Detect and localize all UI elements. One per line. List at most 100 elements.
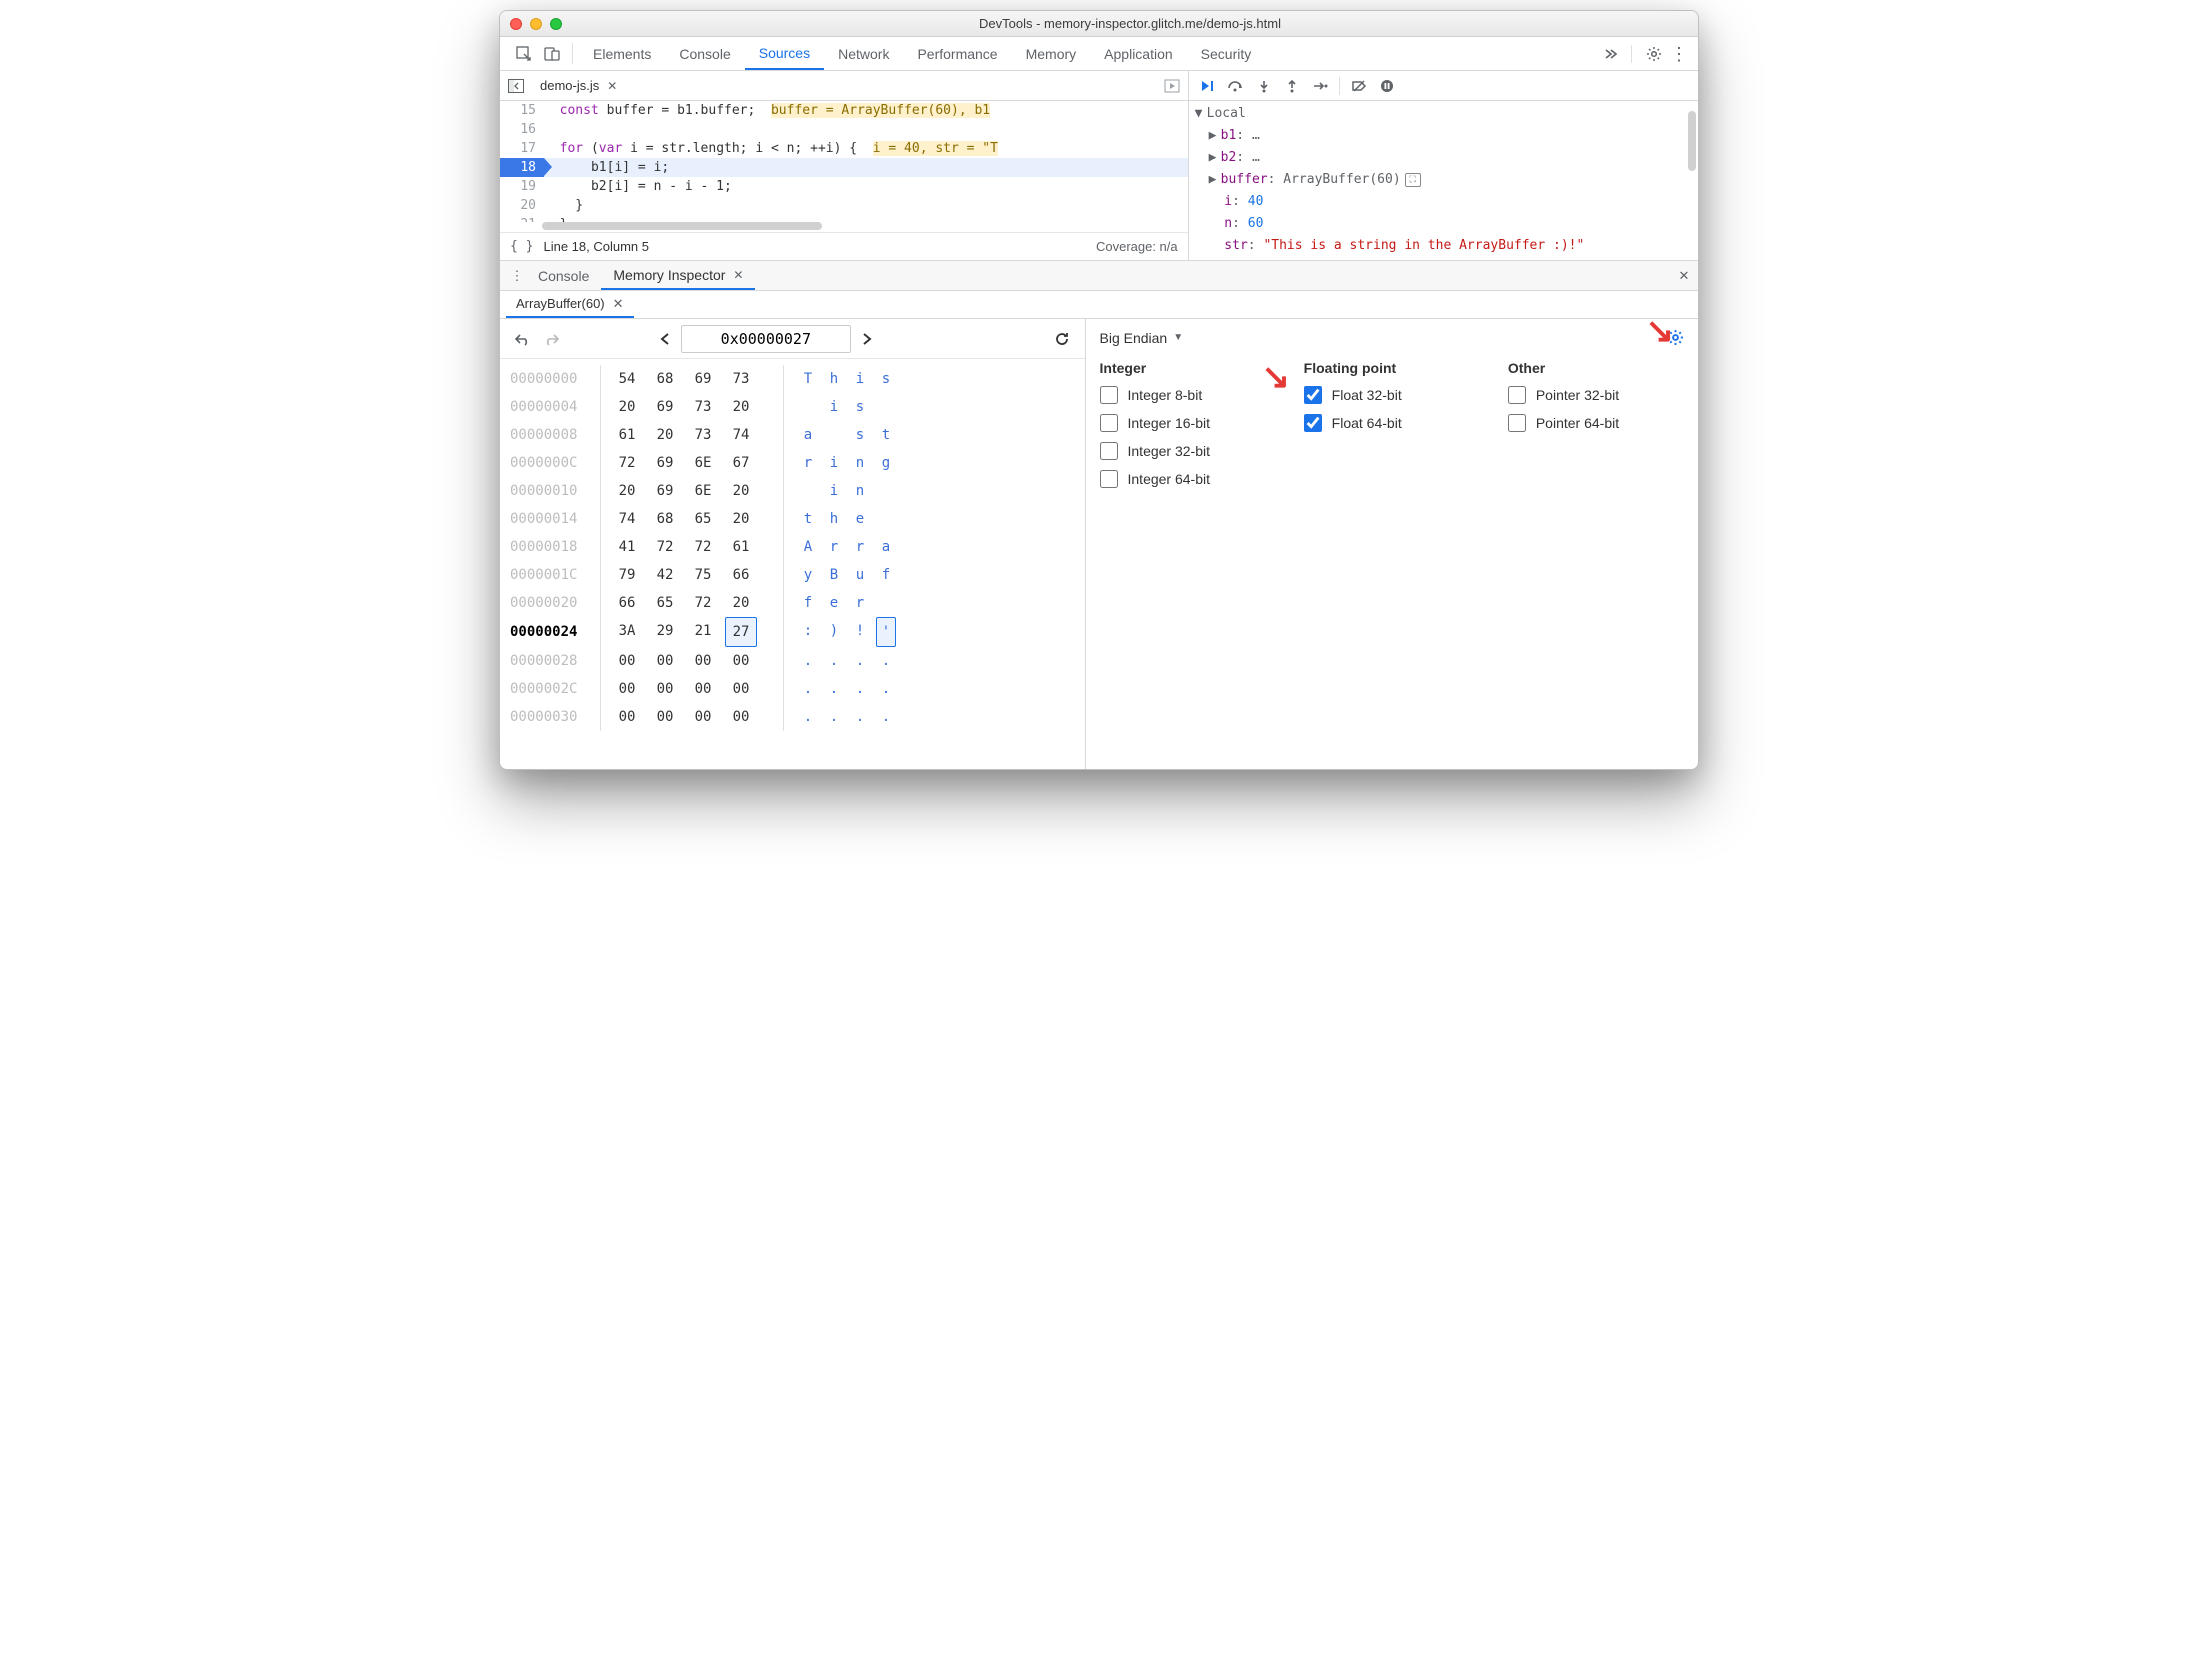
annotation-arrow-icon: ↘ xyxy=(1646,311,1675,351)
navigator-toggle-icon[interactable] xyxy=(508,79,530,93)
hex-row[interactable]: 0000002C00000000.... xyxy=(510,675,1075,703)
scope-variable[interactable]: ▶buffer: ArrayBuffer(60)⛶ xyxy=(1195,169,1692,191)
type-checkbox[interactable] xyxy=(1100,386,1118,404)
category-title: Integer xyxy=(1100,360,1276,376)
panel-tab-security[interactable]: Security xyxy=(1187,37,1266,70)
code-line[interactable]: 15 const buffer = b1.buffer; buffer = Ar… xyxy=(500,101,1188,120)
settings-icon[interactable] xyxy=(1646,46,1662,62)
debugger-sidebar: ▼Local ▶b1: …▶b2: …▶buffer: ArrayBuffer(… xyxy=(1189,71,1698,260)
inspect-icon[interactable] xyxy=(510,37,538,70)
type-option-integer-32-bit[interactable]: Integer 32-bit xyxy=(1100,442,1276,460)
code-line[interactable]: 17 for (var i = str.length; i < n; ++i) … xyxy=(500,139,1188,158)
hex-row[interactable]: 000000243A292127:)!' xyxy=(510,617,1075,647)
next-address-icon[interactable] xyxy=(855,327,879,351)
step-icon[interactable] xyxy=(1307,74,1333,98)
type-label: Pointer 64-bit xyxy=(1536,415,1619,431)
step-over-icon[interactable] xyxy=(1223,74,1249,98)
drawer-tab-memory-inspector[interactable]: Memory Inspector✕ xyxy=(601,261,755,290)
type-checkbox[interactable] xyxy=(1304,414,1322,432)
code-editor[interactable]: 15 const buffer = b1.buffer; buffer = Ar… xyxy=(500,101,1188,222)
panel-tab-network[interactable]: Network xyxy=(824,37,903,70)
code-line[interactable]: 21 } xyxy=(500,215,1188,222)
maximize-window-button[interactable] xyxy=(550,18,562,30)
kebab-menu-icon[interactable]: ⋮ xyxy=(1670,45,1688,63)
close-file-icon[interactable]: ✕ xyxy=(607,79,617,93)
close-tab-icon[interactable]: ✕ xyxy=(733,268,743,282)
value-category-float: Floating pointFloat 32-bitFloat 64-bit xyxy=(1304,360,1480,498)
type-option-pointer-32-bit[interactable]: Pointer 32-bit xyxy=(1508,386,1684,404)
code-line[interactable]: 16 xyxy=(500,120,1188,139)
deactivate-breakpoints-icon[interactable] xyxy=(1346,74,1372,98)
panel-tab-console[interactable]: Console xyxy=(665,37,744,70)
hex-grid[interactable]: 0000000054686973This0000000420697320 is … xyxy=(500,359,1085,769)
memory-buffer-tab[interactable]: ArrayBuffer(60) ✕ xyxy=(506,291,634,318)
address-input[interactable] xyxy=(681,325,851,353)
panel-tab-sources[interactable]: Sources xyxy=(745,37,824,70)
undo-icon[interactable] xyxy=(510,327,534,351)
step-into-icon[interactable] xyxy=(1251,74,1277,98)
type-option-integer-16-bit[interactable]: Integer 16-bit xyxy=(1100,414,1276,432)
type-checkbox[interactable] xyxy=(1100,442,1118,460)
more-panels-icon[interactable] xyxy=(1603,47,1617,61)
drawer-tab-bar: ⋮ ConsoleMemory Inspector✕ ✕ xyxy=(500,261,1698,291)
redo-icon[interactable] xyxy=(540,327,564,351)
type-label: Integer 64-bit xyxy=(1128,471,1211,487)
scope-variable[interactable]: n: 60 xyxy=(1195,213,1692,235)
scope-variable[interactable]: ▶b1: … xyxy=(1195,125,1692,147)
panel-tab-elements[interactable]: Elements xyxy=(579,37,665,70)
scope-variables[interactable]: ▼Local ▶b1: …▶b2: …▶buffer: ArrayBuffer(… xyxy=(1189,101,1698,260)
type-checkbox[interactable] xyxy=(1508,414,1526,432)
drawer-menu-icon[interactable]: ⋮ xyxy=(508,261,526,290)
window-titlebar: DevTools - memory-inspector.glitch.me/de… xyxy=(500,11,1698,37)
hex-row[interactable]: 0000000C72696E67ring xyxy=(510,449,1075,477)
buffer-tab-label: ArrayBuffer(60) xyxy=(516,296,605,311)
code-line[interactable]: 20 } xyxy=(500,196,1188,215)
close-buffer-tab-icon[interactable]: ✕ xyxy=(613,296,624,312)
type-option-integer-8-bit[interactable]: Integer 8-bit xyxy=(1100,386,1276,404)
scope-variable[interactable]: str: "This is a string in the ArrayBuffe… xyxy=(1195,235,1692,257)
hex-row[interactable]: 0000003000000000.... xyxy=(510,703,1075,731)
scope-variable[interactable]: ▶b2: … xyxy=(1195,147,1692,169)
minimize-window-button[interactable] xyxy=(530,18,542,30)
hex-row[interactable]: 0000000054686973This xyxy=(510,365,1075,393)
hex-row[interactable]: 0000001020696E20 in xyxy=(510,477,1075,505)
type-option-float-32-bit[interactable]: Float 32-bit xyxy=(1304,386,1480,404)
close-drawer-icon[interactable]: ✕ xyxy=(1670,261,1698,290)
coverage-status: Coverage: n/a xyxy=(1096,239,1178,254)
type-checkbox[interactable] xyxy=(1100,470,1118,488)
scope-scrollbar[interactable] xyxy=(1688,111,1696,171)
hex-row[interactable]: 0000001474686520the xyxy=(510,505,1075,533)
panel-tab-memory[interactable]: Memory xyxy=(1012,37,1091,70)
resume-icon[interactable] xyxy=(1195,74,1221,98)
code-line[interactable]: 19 b2[i] = n - i - 1; xyxy=(500,177,1188,196)
scope-variable[interactable]: i: 40 xyxy=(1195,191,1692,213)
type-checkbox[interactable] xyxy=(1508,386,1526,404)
code-line[interactable]: 18 b1[i] = i; xyxy=(500,158,1188,177)
run-snippet-icon[interactable] xyxy=(1164,79,1188,93)
panel-tab-application[interactable]: Application xyxy=(1090,37,1187,70)
hex-row[interactable]: 0000001C79427566yBuf xyxy=(510,561,1075,589)
step-out-icon[interactable] xyxy=(1279,74,1305,98)
hex-row[interactable]: 0000002800000000.... xyxy=(510,647,1075,675)
pause-exceptions-icon[interactable] xyxy=(1374,74,1400,98)
panel-tab-performance[interactable]: Performance xyxy=(903,37,1011,70)
type-option-float-64-bit[interactable]: Float 64-bit xyxy=(1304,414,1480,432)
close-window-button[interactable] xyxy=(510,18,522,30)
type-checkbox[interactable] xyxy=(1100,414,1118,432)
horizontal-scrollbar[interactable] xyxy=(500,222,1188,232)
file-tab-demo-js[interactable]: demo-js.js ✕ xyxy=(530,71,627,100)
type-checkbox[interactable] xyxy=(1304,386,1322,404)
device-toggle-icon[interactable] xyxy=(538,37,566,70)
type-option-integer-64-bit[interactable]: Integer 64-bit xyxy=(1100,470,1276,488)
prev-address-icon[interactable] xyxy=(653,327,677,351)
type-option-pointer-64-bit[interactable]: Pointer 64-bit xyxy=(1508,414,1684,432)
drawer-tab-console[interactable]: Console xyxy=(526,261,601,290)
hex-row[interactable]: 0000000861207374a st xyxy=(510,421,1075,449)
hex-row[interactable]: 0000002066657220fer xyxy=(510,589,1075,617)
hex-row[interactable]: 0000001841727261Arra xyxy=(510,533,1075,561)
endianness-select[interactable]: Big Endian xyxy=(1100,330,1168,346)
pretty-print-icon[interactable]: { } xyxy=(510,239,533,254)
hex-row[interactable]: 0000000420697320 is xyxy=(510,393,1075,421)
hex-toolbar xyxy=(500,319,1085,359)
refresh-icon[interactable] xyxy=(1050,327,1074,351)
